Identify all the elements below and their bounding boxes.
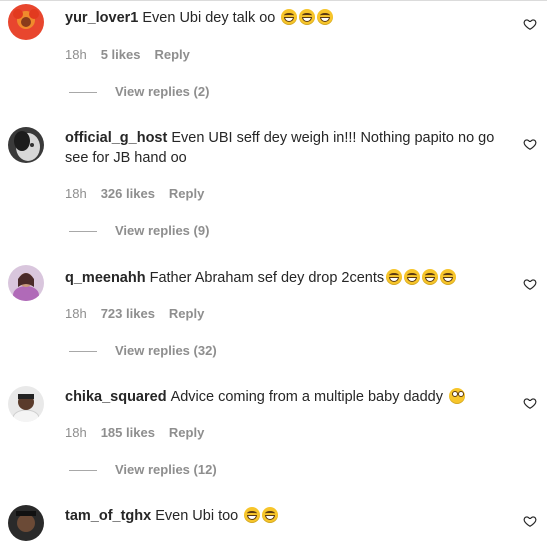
replies-dash xyxy=(69,231,97,233)
comment-username[interactable]: official_g_host xyxy=(65,130,167,146)
replies-dash xyxy=(69,470,97,472)
replies-dash xyxy=(69,92,97,94)
comment-body: Even Ubi too xyxy=(155,508,239,524)
view-replies-label: View replies (32) xyxy=(115,343,217,358)
comment-username[interactable]: yur_lover1 xyxy=(65,10,138,26)
avatar[interactable] xyxy=(8,127,44,163)
top-divider xyxy=(0,0,547,1)
comment-time: 18h xyxy=(65,186,87,201)
comment-meta: 18h 185 likes Reply xyxy=(65,425,218,440)
eye-roll-emoji xyxy=(449,388,466,404)
heart-outline-icon[interactable] xyxy=(523,396,537,410)
view-replies-label: View replies (12) xyxy=(115,462,217,477)
avatar[interactable] xyxy=(8,505,44,541)
laugh-emoji xyxy=(299,9,316,25)
view-replies-button[interactable]: View replies (2) xyxy=(69,84,209,99)
comment-time: 18h xyxy=(65,306,87,321)
laugh-emoji xyxy=(422,269,439,285)
heart-outline-icon[interactable] xyxy=(523,137,537,151)
comment-time: 18h xyxy=(65,47,87,62)
avatar[interactable] xyxy=(8,386,44,422)
laugh-emoji xyxy=(262,507,279,523)
laugh-emoji xyxy=(281,9,298,25)
reply-button[interactable]: Reply xyxy=(169,186,204,201)
comment-meta: 18h 326 likes Reply xyxy=(65,186,218,201)
comment-text: chika_squared Advice coming from a multip… xyxy=(65,387,505,407)
laugh-emoji xyxy=(386,269,403,285)
comment-body: Even Ubi dey talk oo xyxy=(142,10,276,26)
comment-text: official_g_host Even UBI seff dey weigh i… xyxy=(65,128,505,168)
view-replies-button[interactable]: View replies (32) xyxy=(69,343,217,358)
comment-text: yur_lover1 Even Ubi dey talk oo xyxy=(65,8,505,28)
view-replies-label: View replies (2) xyxy=(115,84,210,99)
comment-text: q_meenahh Father Abraham sef dey drop 2ce… xyxy=(65,268,505,288)
replies-dash xyxy=(69,351,97,353)
laugh-emoji xyxy=(440,269,457,285)
reply-button[interactable]: Reply xyxy=(169,306,204,321)
heart-outline-icon[interactable] xyxy=(523,514,537,528)
comment-likes[interactable]: 5 likes xyxy=(101,47,141,62)
laugh-emoji xyxy=(404,269,421,285)
avatar[interactable] xyxy=(8,4,44,40)
avatar[interactable] xyxy=(8,265,44,301)
comment-likes[interactable]: 326 likes xyxy=(101,186,155,201)
comment-meta: 18h 5 likes Reply xyxy=(65,47,204,62)
comment-meta: 18h 723 likes Reply xyxy=(65,306,218,321)
heart-outline-icon[interactable] xyxy=(523,277,537,291)
heart-outline-icon[interactable] xyxy=(523,17,537,31)
comment-username[interactable]: chika_squared xyxy=(65,389,167,405)
comment-time: 18h xyxy=(65,425,87,440)
view-replies-button[interactable]: View replies (9) xyxy=(69,223,209,238)
comment-text: tam_of_tghx Even Ubi too xyxy=(65,506,505,526)
laugh-emoji xyxy=(317,9,334,25)
reply-button[interactable]: Reply xyxy=(169,425,204,440)
comment-body: Advice coming from a multiple baby daddy xyxy=(170,389,443,405)
view-replies-label: View replies (9) xyxy=(115,223,210,238)
comment-username[interactable]: tam_of_tghx xyxy=(65,508,151,524)
comment-body: Father Abraham sef dey drop 2cents xyxy=(149,270,385,286)
comment-likes[interactable]: 185 likes xyxy=(101,425,155,440)
reply-button[interactable]: Reply xyxy=(154,47,189,62)
comment-username[interactable]: q_meenahh xyxy=(65,270,146,286)
laugh-emoji xyxy=(244,507,261,523)
view-replies-button[interactable]: View replies (12) xyxy=(69,462,217,477)
comment-likes[interactable]: 723 likes xyxy=(101,306,155,321)
